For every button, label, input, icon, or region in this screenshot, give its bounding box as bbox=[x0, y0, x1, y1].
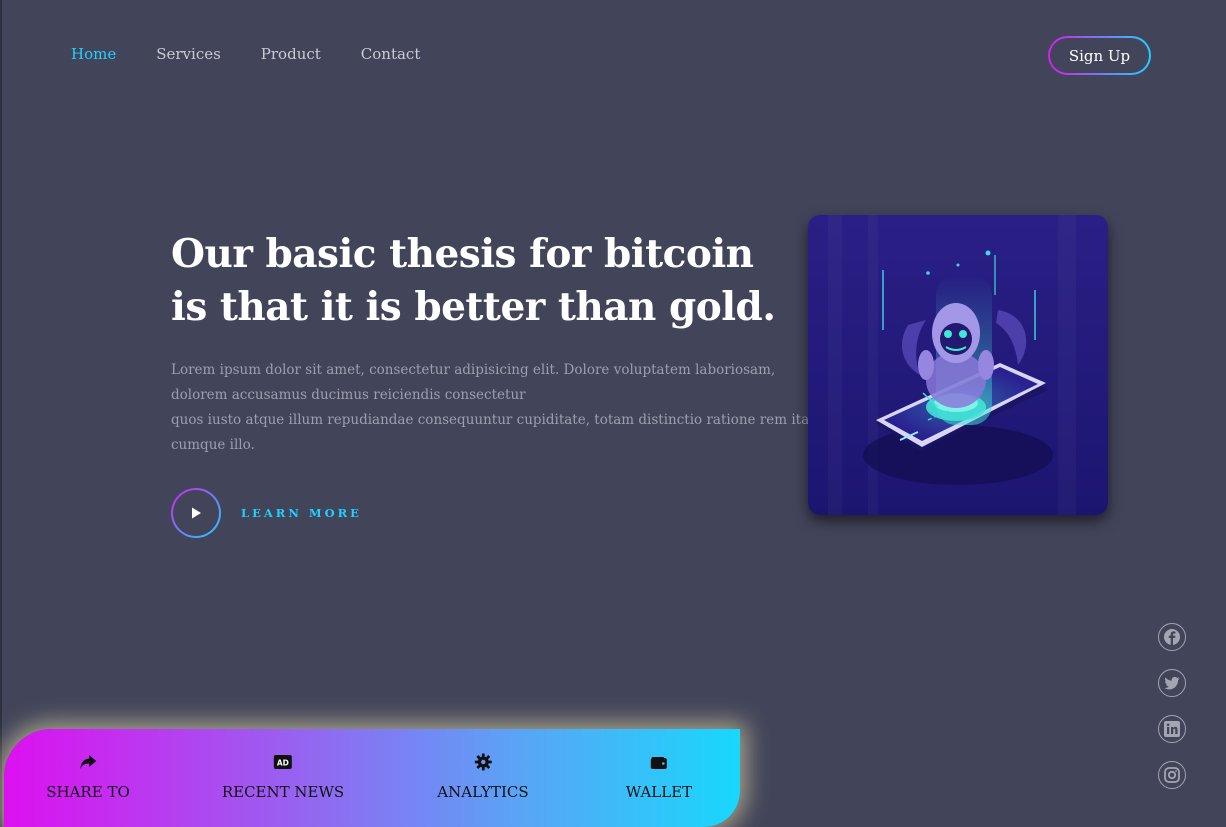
facebook-link[interactable] bbox=[1158, 623, 1186, 651]
nav-item-services[interactable]: Services bbox=[156, 45, 221, 63]
linkedin-link[interactable] bbox=[1158, 715, 1186, 743]
share-to-label: SHARE TO bbox=[46, 783, 130, 801]
hero-description-line: cumque illo. bbox=[171, 437, 255, 453]
play-button[interactable] bbox=[171, 488, 221, 538]
play-icon bbox=[192, 507, 201, 519]
linkedin-icon bbox=[1164, 721, 1180, 737]
instagram-icon bbox=[1164, 767, 1180, 783]
nav-item-product[interactable]: Product bbox=[261, 45, 321, 63]
bottom-action-bar: SHARE TO AD RECENT NEWS ANALYTICS WALLET bbox=[4, 729, 740, 827]
hero-title: Our basic thesis for bitcoin is that it … bbox=[171, 228, 776, 334]
facebook-icon bbox=[1164, 629, 1180, 645]
share-to-button[interactable]: SHARE TO bbox=[46, 751, 130, 801]
signup-button[interactable]: Sign Up bbox=[1048, 36, 1151, 75]
hero-title-line-2: is that it is better than gold. bbox=[171, 284, 776, 330]
share-icon bbox=[79, 755, 96, 769]
robot-on-phone-illustration bbox=[808, 215, 1108, 515]
recent-news-button[interactable]: AD RECENT NEWS bbox=[222, 751, 344, 801]
wallet-button[interactable]: WALLET bbox=[626, 751, 692, 801]
wallet-icon bbox=[650, 757, 667, 769]
nav-item-contact[interactable]: Contact bbox=[361, 45, 421, 63]
hero-description-line: dolorem accusamus ducimus reiciendis con… bbox=[171, 387, 526, 403]
main-nav: Home Services Product Contact bbox=[71, 45, 420, 63]
hero-description: Lorem ipsum dolor sit amet, consectetur … bbox=[171, 358, 835, 458]
hero-title-line-1: Our basic thesis for bitcoin bbox=[171, 231, 754, 277]
left-edge-divider bbox=[0, 0, 2, 827]
twitter-link[interactable] bbox=[1158, 669, 1186, 697]
analytics-button[interactable]: ANALYTICS bbox=[437, 751, 529, 801]
recent-news-label: RECENT NEWS bbox=[221, 783, 345, 801]
hero-description-line: Lorem ipsum dolor sit amet, consectetur … bbox=[171, 362, 776, 378]
instagram-link[interactable] bbox=[1158, 761, 1186, 789]
ad-icon: AD bbox=[274, 755, 292, 769]
svg-text:AD: AD bbox=[277, 759, 289, 768]
nav-item-home[interactable]: Home bbox=[71, 45, 116, 63]
wallet-label: WALLET bbox=[625, 783, 693, 801]
hero-description-line: quos iusto atque illum repudiandae conse… bbox=[171, 412, 835, 428]
social-links bbox=[1158, 623, 1186, 789]
learn-more-link[interactable]: LEARN MORE bbox=[241, 506, 362, 520]
twitter-icon bbox=[1164, 676, 1180, 690]
analytics-label: ANALYTICS bbox=[437, 783, 529, 801]
gear-icon bbox=[474, 753, 492, 771]
